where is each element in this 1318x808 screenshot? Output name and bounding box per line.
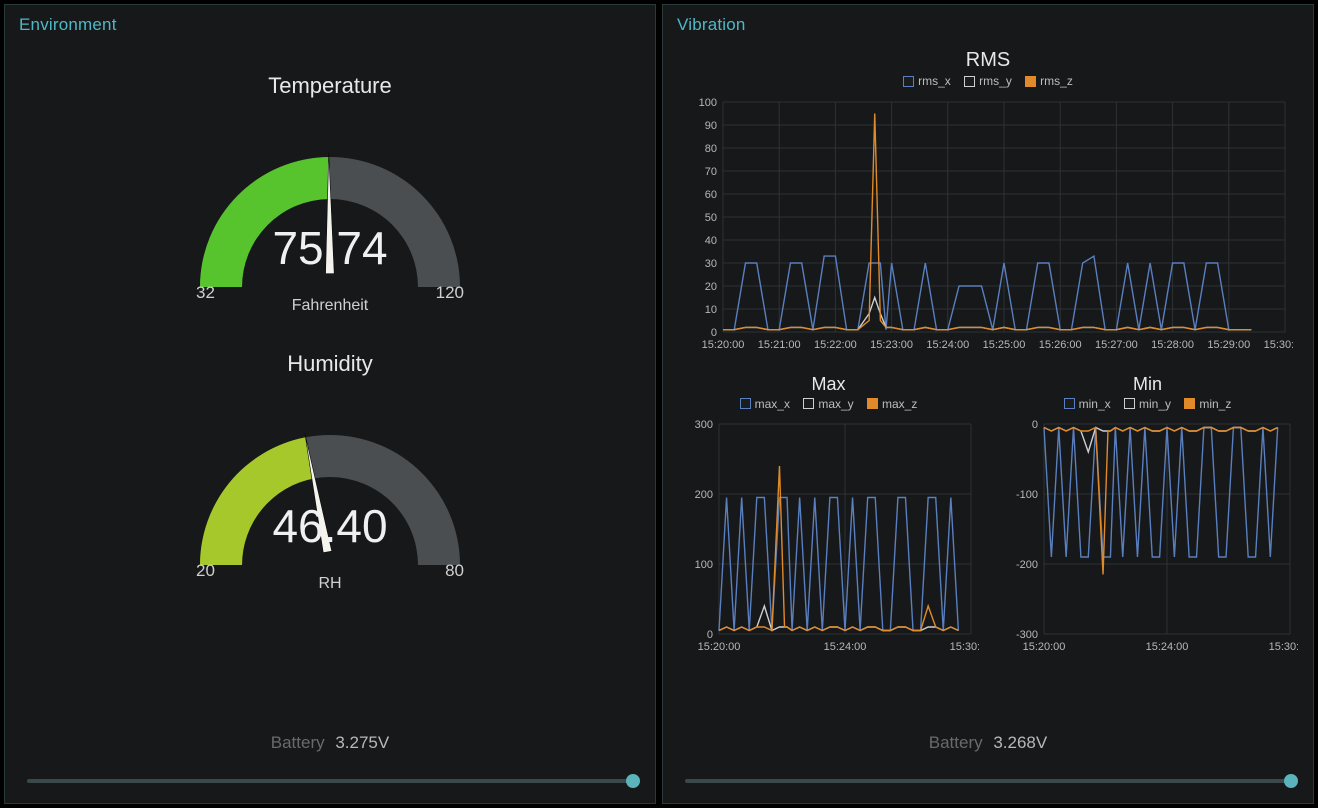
max-legend-z[interactable]: max_z: [867, 397, 917, 411]
vibration-battery: Battery 3.268V: [677, 733, 1299, 753]
temperature-gauge-block: Temperature 75.74 32 120 Fahrenheit: [180, 73, 480, 297]
environment-panel-title: Environment: [19, 15, 641, 35]
rms-chart-title: RMS: [677, 49, 1299, 72]
vibration-battery-value: 3.268V: [993, 733, 1047, 752]
svg-text:15:24:00: 15:24:00: [1145, 641, 1188, 653]
svg-text:-300: -300: [1015, 629, 1037, 641]
max-legend-x[interactable]: max_x: [740, 397, 790, 411]
svg-text:15:27:00: 15:27:00: [1095, 339, 1138, 351]
svg-text:15:30:00: 15:30:00: [949, 641, 978, 653]
svg-text:15:20:00: 15:20:00: [1022, 641, 1065, 653]
svg-text:15:22:00: 15:22:00: [814, 339, 857, 351]
rms-chart[interactable]: 0 10 20 30 40 50 60 70 80 90 100 15:20:00 15:21:00 15…: [683, 96, 1293, 356]
svg-text:20: 20: [705, 281, 717, 293]
svg-text:10: 10: [705, 304, 717, 316]
min-legend-z[interactable]: min_z: [1184, 397, 1231, 411]
svg-text:60: 60: [705, 189, 717, 201]
svg-text:15:20:00: 15:20:00: [697, 641, 740, 653]
min-legend-x[interactable]: min_x: [1064, 397, 1111, 411]
svg-text:15:25:00: 15:25:00: [983, 339, 1026, 351]
min-legend: min_x min_y min_z: [996, 397, 1299, 413]
humidity-gauge-unit: RH: [180, 575, 480, 593]
svg-text:0: 0: [706, 629, 712, 641]
svg-text:15:30:00: 15:30:00: [1268, 641, 1297, 653]
min-chart-block: Min min_x min_y min_z -300 -200 -100 0 15:20…: [996, 368, 1299, 659]
temperature-gauge-unit: Fahrenheit: [180, 297, 480, 315]
vibration-time-slider-knob[interactable]: [1284, 774, 1298, 788]
svg-text:15:26:00: 15:26:00: [1039, 339, 1082, 351]
vibration-time-slider[interactable]: [685, 779, 1291, 783]
app-root: Environment Temperature 75.74 32 120 Fah…: [0, 0, 1318, 808]
svg-text:70: 70: [705, 166, 717, 178]
humidity-gauge-value: 46.40: [180, 499, 480, 553]
vibration-battery-label: Battery: [929, 733, 983, 752]
temperature-gauge-title: Temperature: [268, 73, 392, 99]
max-min-charts-row: Max max_x max_y max_z 0 100 200 300 15:20:00…: [677, 368, 1299, 659]
svg-text:15:28:00: 15:28:00: [1151, 339, 1194, 351]
humidity-gauge: 46.40 20 80 RH: [180, 405, 480, 575]
min-chart[interactable]: -300 -200 -100 0 15:20:00 15:24:00 15:30:00: [998, 418, 1298, 658]
rms-legend-z[interactable]: rms_z: [1025, 74, 1073, 88]
min-chart-title: Min: [996, 374, 1299, 395]
environment-battery-value: 3.275V: [335, 733, 389, 752]
max-chart-block: Max max_x max_y max_z 0 100 200 300 15:20:00…: [677, 368, 980, 659]
temperature-gauge-value: 75.74: [180, 221, 480, 275]
max-chart-title: Max: [677, 374, 980, 395]
svg-text:100: 100: [699, 97, 717, 109]
environment-battery: Battery 3.275V: [19, 733, 641, 753]
svg-text:-100: -100: [1015, 489, 1037, 501]
svg-text:15:30:00: 15:30:00: [1264, 339, 1293, 351]
vibration-panel: Vibration RMS rms_x rms_y rms_z 0 10 20 30 4…: [662, 4, 1314, 804]
min-legend-y[interactable]: min_y: [1124, 397, 1171, 411]
environment-battery-label: Battery: [271, 733, 325, 752]
humidity-gauge-block: Humidity 46.40 20 80 RH: [180, 351, 480, 575]
environment-panel: Environment Temperature 75.74 32 120 Fah…: [4, 4, 656, 804]
svg-text:40: 40: [705, 235, 717, 247]
svg-text:0: 0: [1031, 419, 1037, 431]
svg-text:15:21:00: 15:21:00: [758, 339, 801, 351]
rms-chart-block: RMS rms_x rms_y rms_z 0 10 20 30 40 50 60 70 80 9…: [677, 43, 1299, 356]
rms-legend: rms_x rms_y rms_z: [677, 74, 1299, 90]
svg-text:50: 50: [705, 212, 717, 224]
max-chart[interactable]: 0 100 200 300 15:20:00 15:24:00 15:30:00: [679, 418, 979, 658]
vibration-panel-title: Vibration: [677, 15, 1299, 35]
svg-text:15:24:00: 15:24:00: [926, 339, 969, 351]
environment-time-slider-knob[interactable]: [626, 774, 640, 788]
svg-text:80: 80: [705, 143, 717, 155]
max-legend: max_x max_y max_z: [677, 397, 980, 413]
environment-body: Temperature 75.74 32 120 Fahrenheit Humi…: [19, 43, 641, 715]
rms-legend-y[interactable]: rms_y: [964, 74, 1012, 88]
svg-text:15:20:00: 15:20:00: [702, 339, 745, 351]
svg-text:15:24:00: 15:24:00: [823, 641, 866, 653]
svg-text:0: 0: [711, 327, 717, 339]
svg-text:30: 30: [705, 258, 717, 270]
max-legend-y[interactable]: max_y: [803, 397, 853, 411]
humidity-gauge-title: Humidity: [287, 351, 373, 377]
svg-text:300: 300: [694, 419, 712, 431]
svg-text:15:23:00: 15:23:00: [870, 339, 913, 351]
svg-text:-200: -200: [1015, 559, 1037, 571]
rms-legend-x[interactable]: rms_x: [903, 74, 951, 88]
temperature-gauge: 75.74 32 120 Fahrenheit: [180, 127, 480, 297]
environment-time-slider[interactable]: [27, 779, 633, 783]
svg-text:90: 90: [705, 120, 717, 132]
vibration-body: RMS rms_x rms_y rms_z 0 10 20 30 40 50 60 70 80 9…: [677, 43, 1299, 715]
svg-text:15:29:00: 15:29:00: [1207, 339, 1250, 351]
svg-text:100: 100: [694, 559, 712, 571]
svg-text:200: 200: [694, 489, 712, 501]
